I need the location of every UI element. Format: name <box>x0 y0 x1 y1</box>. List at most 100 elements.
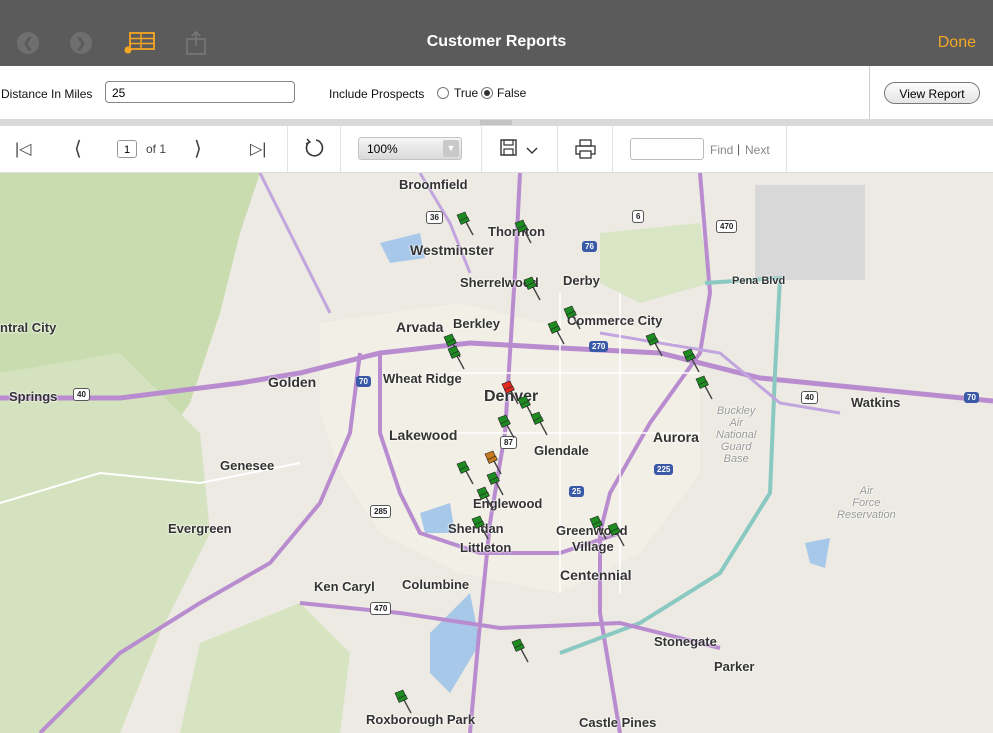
customer-pushpin-icon[interactable] <box>522 276 542 302</box>
parameter-panel: Distance In Miles 25 Include Prospects T… <box>0 66 993 120</box>
page-count-label: of 1 <box>146 142 167 156</box>
customer-pushpin-icon[interactable] <box>588 515 608 541</box>
map-label-centennial: Centennial <box>560 567 632 583</box>
map-label-berkley: Berkley <box>453 316 500 331</box>
save-icon[interactable] <box>500 139 540 164</box>
map-label-lakewood: Lakewood <box>389 427 458 443</box>
radio-false[interactable] <box>481 87 493 99</box>
reservation-line: Air <box>859 485 874 497</box>
map-label-pena-blvd: Pena Blvd <box>732 275 786 287</box>
map-label-buckley-base: Buckley Air National Guard Base <box>716 405 756 465</box>
customer-pushpin-icon[interactable] <box>529 411 549 437</box>
distance-input[interactable]: 25 <box>105 81 295 103</box>
last-page-icon[interactable]: ▷| <box>250 139 266 159</box>
map-label-air-force: Air Force Reservation <box>837 485 896 521</box>
customer-pushpin-icon[interactable] <box>455 460 475 486</box>
map-label-evergreen: Evergreen <box>168 521 232 536</box>
base-line: National <box>716 429 757 441</box>
customer-pushpin-icon[interactable] <box>446 345 466 371</box>
map-view[interactable]: Broomfield Thornton Westminster Sherrelw… <box>0 173 993 733</box>
radio-true[interactable] <box>437 87 449 99</box>
splitter-grip[interactable] <box>480 120 512 125</box>
customer-pushpin-icon[interactable] <box>562 305 582 331</box>
page-number-input[interactable]: 1 <box>117 140 137 158</box>
highway-shield: 470 <box>370 602 392 615</box>
map-label-littleton: Littleton <box>460 540 512 555</box>
map-label-ken-caryl: Ken Caryl <box>314 579 375 594</box>
highway-shield: 25 <box>569 486 584 497</box>
toolbar-separator <box>786 126 787 172</box>
highway-shield: 70 <box>356 376 371 387</box>
customer-pushpin-icon[interactable] <box>513 219 533 245</box>
map-label-arvada: Arvada <box>396 319 444 335</box>
map-label-columbine: Columbine <box>402 577 470 592</box>
customer-pushpin-icon[interactable] <box>455 211 475 237</box>
zoom-select[interactable]: 100% ▼ <box>358 137 462 160</box>
highway-shield: 70 <box>964 392 979 403</box>
highway-shield: 225 <box>654 464 674 475</box>
map-label-aurora: Aurora <box>653 429 699 445</box>
distance-label: Distance In Miles <box>1 87 93 101</box>
map-label-westminster: Westminster <box>410 242 494 258</box>
base-line: Air <box>729 417 743 429</box>
customer-pushpin-icon[interactable] <box>694 375 714 401</box>
highway-shield: 76 <box>582 241 597 252</box>
highway-shield: 6 <box>632 210 645 223</box>
toolbar-separator <box>612 126 613 172</box>
toolbar-separator <box>557 126 558 172</box>
reservation-line: Reservation <box>837 509 896 521</box>
title-bar: ❮ ❯ Customer Reports Done <box>0 0 993 66</box>
find-separator: | <box>737 142 741 156</box>
map-label-springs: Springs <box>9 389 58 404</box>
customer-pushpin-icon[interactable] <box>681 348 701 374</box>
view-report-button[interactable]: View Report <box>884 82 980 104</box>
map-label-golden: Golden <box>268 374 317 390</box>
base-line: Base <box>723 453 749 465</box>
reservation-line: Force <box>852 497 881 509</box>
customer-pushpin-icon[interactable] <box>510 638 530 664</box>
customer-pushpin-icon[interactable] <box>644 332 664 358</box>
print-icon[interactable] <box>575 139 597 164</box>
customer-pushpin-icon[interactable] <box>475 486 495 512</box>
page-title: Customer Reports <box>426 33 567 50</box>
map-label-broomfield: Broomfield <box>399 177 468 192</box>
refresh-icon[interactable] <box>303 137 325 164</box>
toolbar-separator <box>340 126 341 172</box>
highway-shield: 470 <box>716 220 738 233</box>
radio-true-label: True <box>454 86 479 100</box>
zoom-value: 100% <box>367 142 398 156</box>
customer-pushpin-icon[interactable] <box>470 515 490 541</box>
highway-shield: 40 <box>73 388 90 401</box>
highway-shield: 285 <box>370 505 392 518</box>
map-label-genesee: Genesee <box>220 458 275 473</box>
find-button[interactable]: Find <box>710 143 733 157</box>
first-page-icon[interactable]: |◁ <box>15 139 31 159</box>
base-line: Buckley <box>716 405 756 417</box>
toolbar-separator <box>287 126 288 172</box>
map-label-stonegate: Stonegate <box>654 634 717 649</box>
prospects-label: Include Prospects <box>329 87 425 101</box>
map-label-glendale: Glendale <box>534 443 589 458</box>
customer-pushpin-icon[interactable] <box>393 689 413 715</box>
map-label-central-city: ntral City <box>0 320 57 335</box>
map-label-parker: Parker <box>714 659 755 674</box>
highway-shield: 270 <box>589 341 609 352</box>
map-label-roxborough-park: Roxborough Park <box>366 712 476 727</box>
report-toolbar: |◁ ⟨ 1 of 1 ⟩ ▷| 100% ▼ Find | Next <box>0 126 993 173</box>
chevron-down-icon: ▼ <box>443 140 459 157</box>
toolbar-separator <box>481 126 482 172</box>
done-button[interactable]: Done <box>938 34 976 52</box>
next-page-icon[interactable]: ⟩ <box>194 136 202 161</box>
map-label-derby: Derby <box>563 273 600 288</box>
map-label-watkins: Watkins <box>851 395 901 410</box>
prev-page-icon[interactable]: ⟨ <box>74 136 82 161</box>
customer-pushpin-icon[interactable] <box>606 522 626 548</box>
next-button[interactable]: Next <box>745 143 770 157</box>
radio-false-label: False <box>497 86 527 100</box>
customer-pushpin-icon[interactable] <box>496 414 516 440</box>
map-label-castle-pines: Castle Pines <box>579 715 657 730</box>
map-label-wheat-ridge: Wheat Ridge <box>383 371 462 386</box>
panel-divider <box>869 66 870 119</box>
find-input[interactable] <box>630 138 704 160</box>
highway-shield: 36 <box>426 211 443 224</box>
